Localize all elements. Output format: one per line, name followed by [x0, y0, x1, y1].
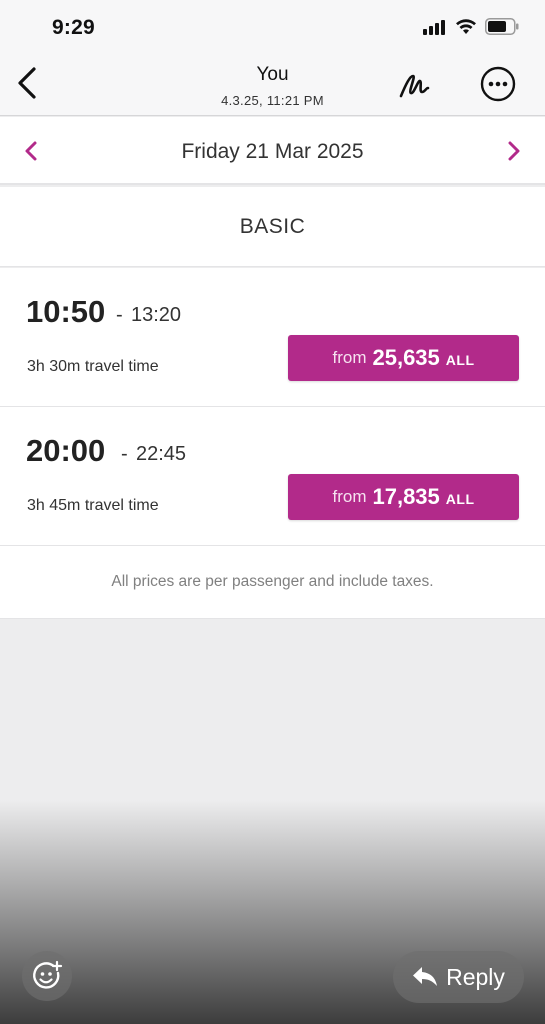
- reply-label: Reply: [446, 963, 505, 990]
- price-amount: 17,835: [372, 484, 440, 509]
- status-icons: [423, 18, 519, 35]
- more-options-icon: [480, 66, 516, 102]
- sent-date: 4.3.25, 11:21 PM: [221, 93, 324, 108]
- travel-time: 3h 30m travel time: [27, 358, 159, 375]
- price-currency: ALL: [445, 491, 475, 507]
- time-separator: -: [121, 443, 128, 465]
- markup-button[interactable]: [398, 66, 434, 102]
- more-options-button[interactable]: [480, 66, 516, 102]
- departure-time: 10:50: [26, 294, 106, 329]
- next-day-button[interactable]: [503, 139, 525, 163]
- price-amount: 25,635: [372, 345, 440, 370]
- next-day-chevron-icon: [508, 141, 520, 161]
- wifi-icon: [456, 18, 476, 34]
- price-disclaimer: All prices are per passenger and include…: [111, 573, 434, 590]
- time-separator: -: [116, 304, 123, 326]
- reply-button[interactable]: Reply: [393, 951, 524, 1003]
- price-disclaimer-box: All prices are per passenger and include…: [0, 546, 545, 619]
- arrival-time: 22:45: [136, 443, 187, 465]
- markup-pen-icon: [399, 74, 430, 98]
- status-bar: 9:29: [0, 0, 545, 52]
- sender-name: You: [256, 64, 289, 85]
- flight-row: 20:00 - 22:45 3h 45m travel time from 17…: [0, 407, 545, 546]
- arrival-time: 13:20: [131, 304, 182, 326]
- date-selector: Friday 21 Mar 2025: [0, 117, 545, 185]
- price-prefix: from: [332, 487, 367, 506]
- reply-arrow-icon: [413, 967, 438, 986]
- sticker-add-icon: [33, 960, 63, 989]
- battery-icon: [485, 18, 519, 35]
- travel-time: 3h 45m travel time: [27, 497, 159, 514]
- departure-time: 20:00: [26, 433, 106, 468]
- select-fare-button[interactable]: from 17,835 ALL: [288, 474, 519, 520]
- flight-row: 10:50 - 13:20 3h 30m travel time from 25…: [0, 268, 545, 407]
- message-header: You 4.3.25, 11:21 PM: [0, 52, 545, 116]
- cellular-signal-icon: [423, 19, 445, 35]
- fare-class-header: BASIC: [0, 187, 545, 267]
- add-sticker-button[interactable]: [22, 951, 72, 1001]
- price-prefix: from: [332, 348, 367, 367]
- price-currency: ALL: [445, 352, 475, 368]
- fare-class-title: BASIC: [239, 215, 306, 238]
- status-time: 9:29: [52, 16, 95, 39]
- selected-date: Friday 21 Mar 2025: [181, 140, 364, 163]
- select-fare-button[interactable]: from 25,635 ALL: [288, 335, 519, 381]
